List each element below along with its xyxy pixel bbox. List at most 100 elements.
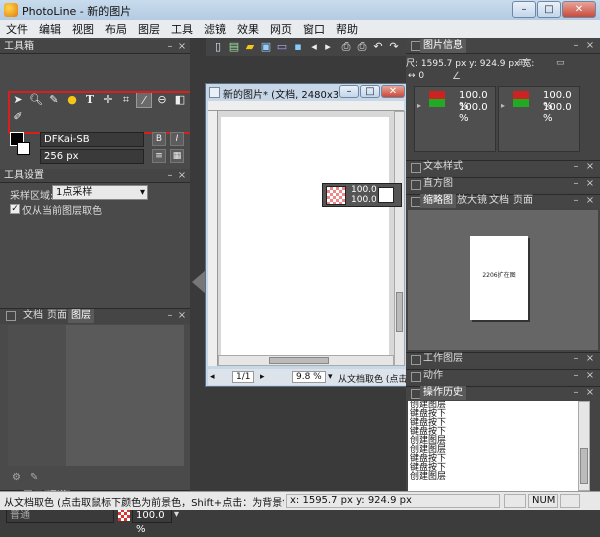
font-size-field[interactable]: 256 px: [40, 149, 144, 164]
left-splitter[interactable]: [190, 38, 206, 491]
panel-menu-icon[interactable]: –: [570, 369, 582, 383]
menu-layout[interactable]: 布局: [105, 21, 127, 37]
open-recent-icon[interactable]: ▣: [258, 39, 274, 55]
title-bar: PhotoLine - 新的图片 – □ ✕: [0, 0, 600, 20]
menu-layer[interactable]: 图层: [138, 21, 160, 37]
tab-document[interactable]: 文档: [20, 309, 46, 323]
panel-close-icon[interactable]: ×: [584, 194, 596, 208]
web-export-icon[interactable]: ▭: [274, 39, 290, 55]
opacity-pattern-icon: [118, 509, 130, 521]
panel-menu-icon[interactable]: –: [164, 40, 176, 54]
font-name-field[interactable]: DFKai-SB: [40, 132, 144, 147]
canvas-area[interactable]: [218, 111, 394, 366]
page-indicator[interactable]: 1/1: [232, 371, 255, 383]
tab-pages[interactable]: 页面: [44, 309, 70, 323]
zoom-field[interactable]: 9.8 %: [292, 371, 326, 383]
opacity-field[interactable]: 100.0 %: [132, 508, 172, 535]
tab-document-nav[interactable]: 文档: [486, 194, 512, 208]
panel-close-icon[interactable]: ×: [584, 177, 596, 191]
tab-magnifier[interactable]: 放大镜: [454, 194, 490, 208]
first-page-icon[interactable]: ◂: [210, 372, 215, 382]
forward-icon[interactable]: ▸: [320, 39, 336, 55]
open-folder-icon[interactable]: ▰: [242, 39, 258, 55]
history-list[interactable]: 创建图层 键盘按下 键盘按下 键盘按下 创建图层 创建图层 键盘按下 键盘按下 …: [408, 401, 578, 491]
tab-thumbnail[interactable]: 缩略图: [420, 194, 456, 208]
maximize-button[interactable]: □: [537, 1, 561, 18]
background-color-swatch[interactable]: [17, 142, 30, 155]
current-layer-checkbox[interactable]: ✓: [10, 204, 20, 214]
expand-arrow-icon[interactable]: ▸: [417, 101, 421, 110]
panel-menu-icon[interactable]: –: [570, 352, 582, 366]
blend-mode-select[interactable]: 普通: [6, 508, 114, 523]
new-doc-icon[interactable]: ▯: [210, 39, 226, 55]
splitter-arrow-icon[interactable]: [192, 270, 206, 294]
panel-close-icon[interactable]: ×: [176, 169, 188, 183]
panel-close-icon[interactable]: ×: [176, 309, 188, 323]
panel-close-icon[interactable]: ×: [584, 160, 596, 174]
bold-button[interactable]: B: [152, 132, 166, 146]
panel-close-icon[interactable]: ×: [584, 352, 596, 366]
menu-filter[interactable]: 滤镜: [204, 21, 226, 37]
vertical-scrollbar[interactable]: [394, 111, 405, 366]
panel-menu-icon[interactable]: –: [570, 194, 582, 208]
panel-menu-icon[interactable]: –: [164, 169, 176, 183]
doc-minimize-button[interactable]: –: [339, 85, 359, 98]
status-hint: 从文档取色 (点击取鼠标下颜色为前景色，Shift+点击：为背景色取色): [4, 498, 284, 509]
tab-pages-nav[interactable]: 页面: [510, 194, 536, 208]
horizontal-scroll-thumb[interactable]: [269, 357, 329, 364]
tab-layers[interactable]: 图层: [68, 309, 94, 323]
print-icon[interactable]: ⎙: [354, 39, 370, 55]
undo-icon[interactable]: ↶: [370, 39, 386, 55]
menu-window[interactable]: 窗口: [303, 21, 325, 37]
panel-close-icon[interactable]: ×: [584, 39, 596, 53]
doc-maximize-button[interactable]: □: [360, 85, 380, 98]
panel-close-icon[interactable]: ×: [584, 386, 596, 400]
panel-close-icon[interactable]: ×: [176, 40, 188, 54]
layer-tool-icon[interactable]: ⚙: [12, 472, 21, 483]
history-scroll-thumb[interactable]: [580, 448, 588, 484]
thumbnail-area[interactable]: 2206扩在图: [408, 210, 598, 350]
expand-arrow-icon[interactable]: ▸: [501, 101, 505, 110]
menu-tools[interactable]: 工具: [171, 21, 193, 37]
new-image-icon[interactable]: ▤: [226, 39, 242, 55]
canvas-page[interactable]: [221, 117, 389, 362]
align-icon[interactable]: ≡: [152, 149, 166, 163]
x-readout: 尺: 1595.7 px: [406, 59, 467, 69]
horizontal-scrollbar[interactable]: [218, 355, 394, 366]
panel-menu-icon[interactable]: –: [570, 177, 582, 191]
menu-view[interactable]: 视图: [72, 21, 94, 37]
panel-menu-icon[interactable]: –: [570, 160, 582, 174]
close-window-button[interactable]: ✕: [562, 1, 596, 18]
menu-edit[interactable]: 编辑: [39, 21, 61, 37]
scan-icon[interactable]: ⎙: [338, 39, 354, 55]
panel-menu-icon[interactable]: –: [570, 386, 582, 400]
save-icon[interactable]: ▪: [290, 39, 306, 55]
panel-close-icon[interactable]: ×: [584, 369, 596, 383]
channel-box-left: ▸ 100.0 % 100.0 %: [414, 86, 496, 152]
history-item[interactable]: 创建图层: [408, 473, 578, 482]
layer-preview-area: [66, 325, 184, 466]
zoom-dropdown-icon[interactable]: ▾: [328, 372, 333, 382]
redo-icon[interactable]: ↷: [386, 39, 402, 55]
menu-effects[interactable]: 效果: [237, 21, 259, 37]
vertical-scroll-thumb[interactable]: [396, 292, 403, 332]
menu-file[interactable]: 文件: [6, 21, 28, 37]
panel-toggle-icon[interactable]: [6, 311, 16, 321]
next-page-icon[interactable]: ▸: [260, 372, 265, 382]
panel-menu-icon[interactable]: –: [164, 309, 176, 323]
thumbnail-page[interactable]: 2206扩在图: [470, 236, 528, 320]
minimize-button[interactable]: –: [512, 1, 536, 18]
panel-menu-icon[interactable]: –: [570, 39, 582, 53]
red-channel-swatch: [513, 91, 529, 99]
opacity-stepper-icon[interactable]: ▾: [174, 509, 179, 520]
eraser-icon[interactable]: ✎: [30, 472, 38, 483]
menu-help[interactable]: 帮助: [336, 21, 358, 37]
italic-button[interactable]: I: [170, 132, 184, 146]
document-icon: [209, 87, 220, 98]
text-options-icon[interactable]: ▦: [170, 149, 184, 163]
history-scrollbar[interactable]: [578, 401, 590, 491]
channel-left-value-b: 100.0 %: [459, 102, 488, 124]
menu-web[interactable]: 网页: [270, 21, 292, 37]
doc-close-button[interactable]: ✕: [381, 85, 405, 98]
sample-area-select[interactable]: 1点采样 ▾: [52, 185, 148, 200]
